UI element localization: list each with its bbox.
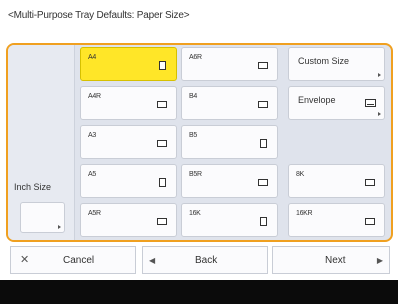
landscape-page-icon <box>157 101 167 108</box>
cancel-label: Cancel <box>63 255 95 266</box>
size-a5-label: A5 <box>88 171 96 178</box>
back-button[interactable]: ◀ Back <box>142 246 268 274</box>
size-16kr-label: 16KR <box>296 210 313 217</box>
portrait-page-icon <box>159 178 166 187</box>
portrait-page-icon <box>260 217 267 226</box>
size-b5-button[interactable]: B5 <box>181 125 278 159</box>
expand-icon <box>378 112 381 116</box>
size-16k-button[interactable]: 16K <box>181 203 278 237</box>
inch-size-label: Inch Size <box>14 182 52 192</box>
custom-size-button[interactable]: Custom Size <box>288 47 385 81</box>
size-8k-label: 8K <box>296 171 304 178</box>
next-label: Next <box>325 255 346 266</box>
landscape-page-icon <box>365 218 375 225</box>
size-16kr-button[interactable]: 16KR <box>288 203 385 237</box>
portrait-page-icon <box>159 61 166 70</box>
custom-size-label: Custom Size <box>298 56 350 66</box>
back-label: Back <box>195 255 218 266</box>
size-a5r-label: A5R <box>88 210 101 217</box>
landscape-page-icon <box>258 62 268 69</box>
size-a3-label: A3 <box>88 132 96 139</box>
size-a6r-label: A6R <box>189 54 202 61</box>
size-b5r-button[interactable]: B5R <box>181 164 278 198</box>
expand-icon <box>58 225 61 229</box>
envelope-icon <box>365 99 376 107</box>
envelope-button[interactable]: Envelope <box>288 86 385 120</box>
landscape-page-icon <box>157 140 167 147</box>
paper-size-panel: Inch Size A4 A4R A3 A5 A5R A6R B4 B5 B5R <box>6 43 393 242</box>
landscape-page-icon <box>365 179 375 186</box>
size-16k-label: 16K <box>189 210 201 217</box>
portrait-page-icon <box>260 139 267 148</box>
close-icon: ✕ <box>20 254 30 266</box>
landscape-page-icon <box>258 179 268 186</box>
size-b5r-label: B5R <box>189 171 202 178</box>
next-button[interactable]: Next ▶ <box>272 246 390 274</box>
side-column: Inch Size <box>8 45 75 240</box>
inch-size-button[interactable] <box>20 202 65 233</box>
size-a4-button[interactable]: A4 <box>80 47 177 81</box>
landscape-page-icon <box>258 101 268 108</box>
envelope-label: Envelope <box>298 95 336 105</box>
size-a5-button[interactable]: A5 <box>80 164 177 198</box>
size-b5-label: B5 <box>189 132 197 139</box>
landscape-page-icon <box>157 218 167 225</box>
size-a4r-label: A4R <box>88 93 101 100</box>
size-a4r-button[interactable]: A4R <box>80 86 177 120</box>
page-title: <Multi-Purpose Tray Defaults: Paper Size… <box>8 10 190 21</box>
size-8k-button[interactable]: 8K <box>288 164 385 198</box>
status-bar <box>0 280 398 304</box>
expand-icon <box>378 73 381 77</box>
arrow-right-icon: ▶ <box>376 256 383 265</box>
size-a3-button[interactable]: A3 <box>80 125 177 159</box>
cancel-button[interactable]: ✕ Cancel <box>10 246 136 274</box>
size-a5r-button[interactable]: A5R <box>80 203 177 237</box>
size-a4-label: A4 <box>88 54 96 61</box>
arrow-left-icon: ◀ <box>149 256 156 265</box>
size-a6r-button[interactable]: A6R <box>181 47 278 81</box>
size-b4-label: B4 <box>189 93 197 100</box>
size-b4-button[interactable]: B4 <box>181 86 278 120</box>
